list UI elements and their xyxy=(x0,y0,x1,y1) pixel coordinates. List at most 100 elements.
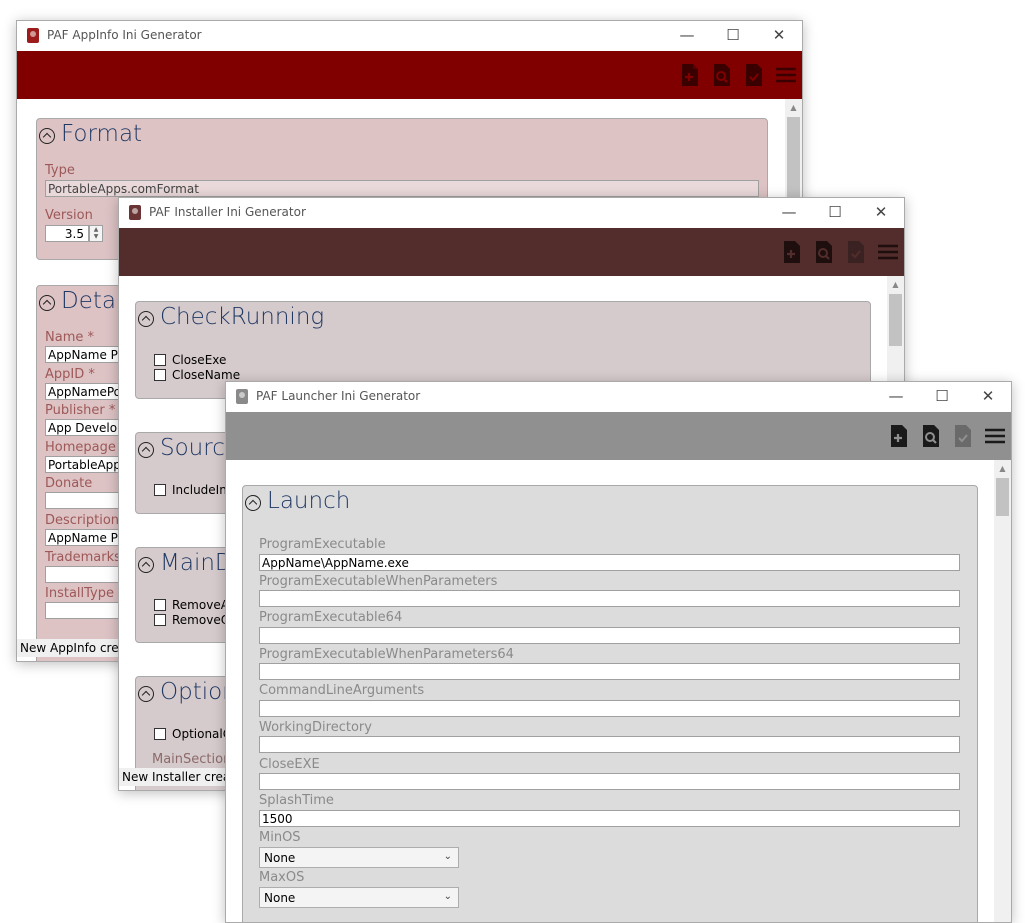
new-file-icon[interactable] xyxy=(781,240,803,264)
optionalcomponents-checkbox[interactable] xyxy=(154,728,166,740)
close-icon: ✕ xyxy=(772,26,786,44)
type-label: Type xyxy=(45,163,75,178)
collapse-icon[interactable] xyxy=(138,686,154,702)
installer-title: PAF Installer Ini Generator xyxy=(149,205,306,219)
collapse-icon[interactable] xyxy=(138,311,154,327)
workingdirectory-field[interactable] xyxy=(259,736,960,753)
minimize-icon: — xyxy=(781,203,797,221)
scroll-up-icon[interactable]: ▲ xyxy=(994,460,1011,477)
search-icon[interactable] xyxy=(711,63,733,87)
name-label: Name * xyxy=(45,330,94,345)
chevron-down-icon: ⌄ xyxy=(443,851,452,862)
maximize-button[interactable]: ☐ xyxy=(812,198,858,228)
collapse-icon[interactable] xyxy=(138,557,154,573)
maximize-button[interactable]: ☐ xyxy=(710,21,756,51)
removeotherdirectory-checkbox[interactable] xyxy=(154,614,166,626)
trademarks-label: Trademarks xyxy=(45,550,121,565)
launcher-app-icon xyxy=(236,389,248,404)
appid-label: AppID * xyxy=(45,367,95,382)
validate-icon[interactable] xyxy=(845,240,867,264)
validate-icon[interactable] xyxy=(952,424,974,448)
appinfo-title: PAF AppInfo Ini Generator xyxy=(47,28,202,42)
validate-icon[interactable] xyxy=(743,63,765,87)
checkrunning-title: CheckRunning xyxy=(160,304,325,330)
maximize-button[interactable]: ☐ xyxy=(919,382,965,412)
maxos-select[interactable]: None ⌄ xyxy=(259,887,459,908)
donate-label: Donate xyxy=(45,476,93,491)
scroll-up-icon[interactable]: ▲ xyxy=(887,276,904,293)
collapse-icon[interactable] xyxy=(245,495,261,511)
installtype-label: InstallType xyxy=(45,586,114,601)
menu-icon[interactable] xyxy=(775,63,797,87)
closename-label: CloseName xyxy=(172,368,241,382)
programexecutablewhenparameters-field[interactable] xyxy=(259,590,960,607)
launcher-titlebar[interactable]: PAF Launcher Ini Generator — ☐ ✕ xyxy=(226,382,1011,412)
close-icon: ✕ xyxy=(981,387,995,405)
menu-icon[interactable] xyxy=(877,240,899,264)
version-field[interactable]: 3.5 xyxy=(45,225,89,242)
minimize-icon: — xyxy=(888,387,904,405)
closeexe-label: CloseExe xyxy=(172,353,227,367)
launch-group: Launch ProgramExecutable AppName\AppName… xyxy=(242,485,978,922)
scroll-thumb[interactable] xyxy=(996,478,1009,516)
close-button[interactable]: ✕ xyxy=(858,198,904,228)
programexecutablewhenparameters64-field[interactable] xyxy=(259,663,960,680)
installer-titlebar[interactable]: PAF Installer Ini Generator — ☐ ✕ xyxy=(119,198,904,228)
close-icon: ✕ xyxy=(874,203,888,221)
removeappdirectory-checkbox[interactable] xyxy=(154,599,166,611)
close-button[interactable]: ✕ xyxy=(756,21,802,51)
programexecutablewhenparameters64-label: ProgramExecutableWhenParameters64 xyxy=(259,647,514,662)
minimize-icon: — xyxy=(679,26,695,44)
commandlinearguments-label: CommandLineArguments xyxy=(259,683,425,698)
search-icon[interactable] xyxy=(920,424,942,448)
minimize-button[interactable]: — xyxy=(873,382,919,412)
launcher-window: PAF Launcher Ini Generator — ☐ ✕ Launch … xyxy=(225,381,1012,923)
version-label: Version xyxy=(45,208,93,223)
splashtime-field[interactable]: 1500 xyxy=(259,810,960,827)
programexecutable64-field[interactable] xyxy=(259,627,960,644)
installer-app-icon xyxy=(129,205,141,220)
closeexe-checkbox[interactable] xyxy=(154,354,166,366)
closeexe-label: CloseEXE xyxy=(259,757,320,772)
launcher-toolbar xyxy=(226,412,1011,460)
launcher-scrollbar[interactable]: ▲ xyxy=(994,460,1011,922)
installer-toolbar xyxy=(119,228,904,276)
commandlinearguments-field[interactable] xyxy=(259,700,960,717)
minos-label: MinOS xyxy=(259,830,301,845)
programexecutable-field[interactable]: AppName\AppName.exe xyxy=(259,554,960,571)
minos-select[interactable]: None ⌄ xyxy=(259,847,459,868)
maximize-icon: ☐ xyxy=(828,203,842,221)
collapse-icon[interactable] xyxy=(39,295,55,311)
homepage-label: Homepage * xyxy=(45,440,127,455)
new-file-icon[interactable] xyxy=(888,424,910,448)
appinfo-app-icon xyxy=(27,28,39,43)
minimize-button[interactable]: — xyxy=(766,198,812,228)
workingdirectory-label: WorkingDirectory xyxy=(259,720,372,735)
splashtime-label: SplashTime xyxy=(259,793,334,808)
new-file-icon[interactable] xyxy=(679,63,701,87)
description-label: Description * xyxy=(45,513,130,528)
search-icon[interactable] xyxy=(813,240,835,264)
maxos-label: MaxOS xyxy=(259,870,305,885)
minimize-button[interactable]: — xyxy=(664,21,710,51)
version-spinner[interactable]: ▲ ▼ xyxy=(89,225,103,242)
launcher-title: PAF Launcher Ini Generator xyxy=(256,389,421,403)
programexecutable-label: ProgramExecutable xyxy=(259,537,386,552)
closename-checkbox[interactable] xyxy=(154,369,166,381)
minos-value: None xyxy=(264,851,296,865)
format-title: Format xyxy=(61,121,143,147)
collapse-icon[interactable] xyxy=(39,128,55,144)
menu-icon[interactable] xyxy=(984,424,1006,448)
closeexe-field[interactable] xyxy=(259,773,960,790)
includeinstallersource-checkbox[interactable] xyxy=(154,484,166,496)
maximize-icon: ☐ xyxy=(726,26,740,44)
scroll-thumb[interactable] xyxy=(889,294,902,346)
scroll-up-icon[interactable]: ▲ xyxy=(785,99,802,116)
collapse-icon[interactable] xyxy=(138,442,154,458)
publisher-label: Publisher * xyxy=(45,403,116,418)
type-field[interactable]: PortableApps.comFormat xyxy=(45,180,759,197)
appinfo-titlebar[interactable]: PAF AppInfo Ini Generator — ☐ ✕ xyxy=(17,21,802,51)
close-button[interactable]: ✕ xyxy=(965,382,1011,412)
launch-title: Launch xyxy=(267,488,351,514)
launcher-content: Launch ProgramExecutable AppName\AppName… xyxy=(226,460,1011,922)
